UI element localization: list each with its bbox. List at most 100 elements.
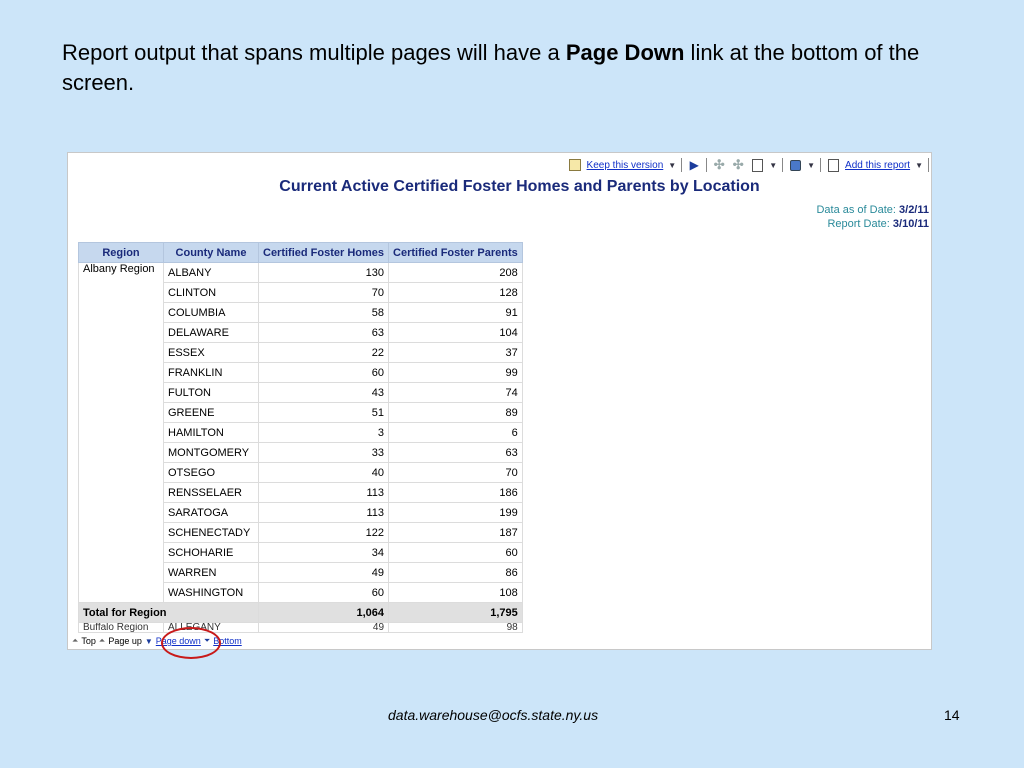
report-title: Current Active Certified Foster Homes an… bbox=[279, 178, 760, 195]
total-parents: 1,795 bbox=[388, 602, 523, 623]
county-cell: OTSEGO bbox=[163, 462, 259, 483]
homes-cell: 49 bbox=[257, 622, 390, 633]
parents-cell: 60 bbox=[388, 542, 523, 563]
column-header-county[interactable]: County Name bbox=[163, 242, 259, 263]
county-cell: RENSSELAER bbox=[163, 482, 259, 503]
homes-cell: 60 bbox=[257, 582, 390, 603]
toolbar-separator bbox=[928, 158, 929, 172]
report-table: Region County Name Certified Foster Home… bbox=[78, 242, 523, 633]
total-row: Total for Region 1,064 1,795 bbox=[78, 602, 523, 623]
drill-up-icon[interactable]: ✣ bbox=[731, 157, 745, 172]
data-as-of-value: 3/2/11 bbox=[899, 204, 929, 216]
column-header-region[interactable]: Region bbox=[78, 242, 164, 263]
parents-cell: 108 bbox=[388, 582, 523, 603]
parents-cell: 187 bbox=[388, 522, 523, 543]
homes-cell: 43 bbox=[257, 382, 390, 403]
page-down-arrow-icon[interactable]: ▼ bbox=[145, 637, 153, 646]
homes-cell: 51 bbox=[257, 402, 390, 423]
county-cell: ALBANY bbox=[163, 262, 259, 283]
add-report-link[interactable]: Add this report bbox=[845, 160, 910, 171]
homes-cell: 70 bbox=[257, 282, 390, 303]
homes-cell: 40 bbox=[257, 462, 390, 483]
county-cell: ESSEX bbox=[163, 342, 259, 363]
export-dropdown-icon[interactable]: ▼ bbox=[769, 161, 777, 170]
parents-cell: 99 bbox=[388, 362, 523, 383]
view-options-dropdown-icon[interactable]: ▼ bbox=[807, 161, 815, 170]
caption-text-start: Report output that spans multiple pages … bbox=[62, 40, 566, 65]
homes-cell: 22 bbox=[257, 342, 390, 363]
table-body: Albany Region ALBANY 130 208 CLINTON 70 12… bbox=[78, 262, 523, 633]
page-down-highlight-circle bbox=[161, 627, 221, 659]
county-cell: SCHENECTADY bbox=[163, 522, 259, 543]
column-header-parents[interactable]: Certified Foster Parents bbox=[388, 242, 523, 263]
folder-icon[interactable] bbox=[568, 158, 582, 172]
county-cell: GREENE bbox=[163, 402, 259, 423]
toolbar-separator bbox=[782, 158, 784, 172]
homes-cell: 113 bbox=[257, 482, 390, 503]
total-homes: 1,064 bbox=[257, 602, 390, 623]
data-as-of-line: Data as of Date: 3/2/11 bbox=[816, 203, 929, 217]
county-cell: CLINTON bbox=[163, 282, 259, 303]
region-cell: Buffalo Region bbox=[78, 622, 164, 633]
parents-cell: 199 bbox=[388, 502, 523, 523]
add-report-icon[interactable] bbox=[826, 158, 840, 172]
view-options-icon[interactable] bbox=[788, 158, 802, 172]
report-date-line: Report Date: 3/10/11 bbox=[816, 217, 929, 231]
homes-cell: 122 bbox=[257, 522, 390, 543]
report-dates: Data as of Date: 3/2/11 Report Date: 3/1… bbox=[816, 203, 929, 231]
report-screenshot: Keep this version ▼ ▶ ✣ ✣ ▼ ▼ Add this r… bbox=[67, 152, 932, 650]
clipped-row: Buffalo Region ALLEGANY 49 98 bbox=[78, 622, 523, 633]
top-arrow-icon[interactable]: ⏶ bbox=[72, 636, 78, 646]
county-cell: HAMILTON bbox=[163, 422, 259, 443]
parents-cell: 70 bbox=[388, 462, 523, 483]
slide-page-number: 14 bbox=[944, 707, 960, 723]
parents-cell: 86 bbox=[388, 562, 523, 583]
homes-cell: 49 bbox=[257, 562, 390, 583]
homes-cell: 63 bbox=[257, 322, 390, 343]
homes-cell: 33 bbox=[257, 442, 390, 463]
slide-caption: Report output that spans multiple pages … bbox=[62, 38, 962, 98]
table-header-row: Region County Name Certified Foster Home… bbox=[78, 242, 523, 263]
top-link[interactable]: Top bbox=[81, 636, 96, 646]
county-cell: SARATOGA bbox=[163, 502, 259, 523]
footer-email: data.warehouse@ocfs.state.ny.us bbox=[388, 707, 599, 723]
homes-cell: 34 bbox=[257, 542, 390, 563]
county-cell: COLUMBIA bbox=[163, 302, 259, 323]
parents-cell: 91 bbox=[388, 302, 523, 323]
parents-cell: 104 bbox=[388, 322, 523, 343]
county-cell: MONTGOMERY bbox=[163, 442, 259, 463]
table-row: Albany Region ALBANY 130 208 bbox=[78, 262, 523, 603]
drill-down-icon[interactable]: ✣ bbox=[712, 157, 726, 172]
keep-version-link[interactable]: Keep this version bbox=[587, 160, 664, 171]
add-report-dropdown-icon[interactable]: ▼ bbox=[915, 161, 923, 170]
report-date-value: 3/10/11 bbox=[892, 218, 929, 230]
parents-cell: 89 bbox=[388, 402, 523, 423]
county-cell: FRANKLIN bbox=[163, 362, 259, 383]
county-cell: DELAWARE bbox=[163, 322, 259, 343]
column-header-homes[interactable]: Certified Foster Homes bbox=[257, 242, 390, 263]
total-label: Total for Region bbox=[78, 602, 259, 623]
export-icon[interactable] bbox=[750, 158, 764, 172]
parents-cell: 98 bbox=[388, 622, 523, 633]
page-up-link[interactable]: Page up bbox=[108, 636, 142, 646]
toolbar-separator bbox=[706, 158, 708, 172]
county-cell: SCHOHARIE bbox=[163, 542, 259, 563]
keep-version-dropdown-icon[interactable]: ▼ bbox=[668, 161, 676, 170]
run-icon[interactable]: ▶ bbox=[687, 158, 701, 172]
parents-cell: 186 bbox=[388, 482, 523, 503]
data-as-of-label: Data as of Date: bbox=[816, 204, 896, 216]
homes-cell: 130 bbox=[257, 262, 390, 283]
homes-cell: 113 bbox=[257, 502, 390, 523]
page-up-arrow-icon[interactable]: ⏶ bbox=[99, 636, 105, 646]
parents-cell: 128 bbox=[388, 282, 523, 303]
homes-cell: 3 bbox=[257, 422, 390, 443]
report-date-label: Report Date: bbox=[827, 218, 890, 230]
report-toolbar: Keep this version ▼ ▶ ✣ ✣ ▼ ▼ Add this r… bbox=[568, 155, 929, 175]
region-cell: Albany Region bbox=[78, 262, 164, 603]
toolbar-separator bbox=[820, 158, 822, 172]
parents-cell: 208 bbox=[388, 262, 523, 283]
parents-cell: 74 bbox=[388, 382, 523, 403]
county-cell: FULTON bbox=[163, 382, 259, 403]
parents-cell: 37 bbox=[388, 342, 523, 363]
toolbar-separator bbox=[681, 158, 683, 172]
